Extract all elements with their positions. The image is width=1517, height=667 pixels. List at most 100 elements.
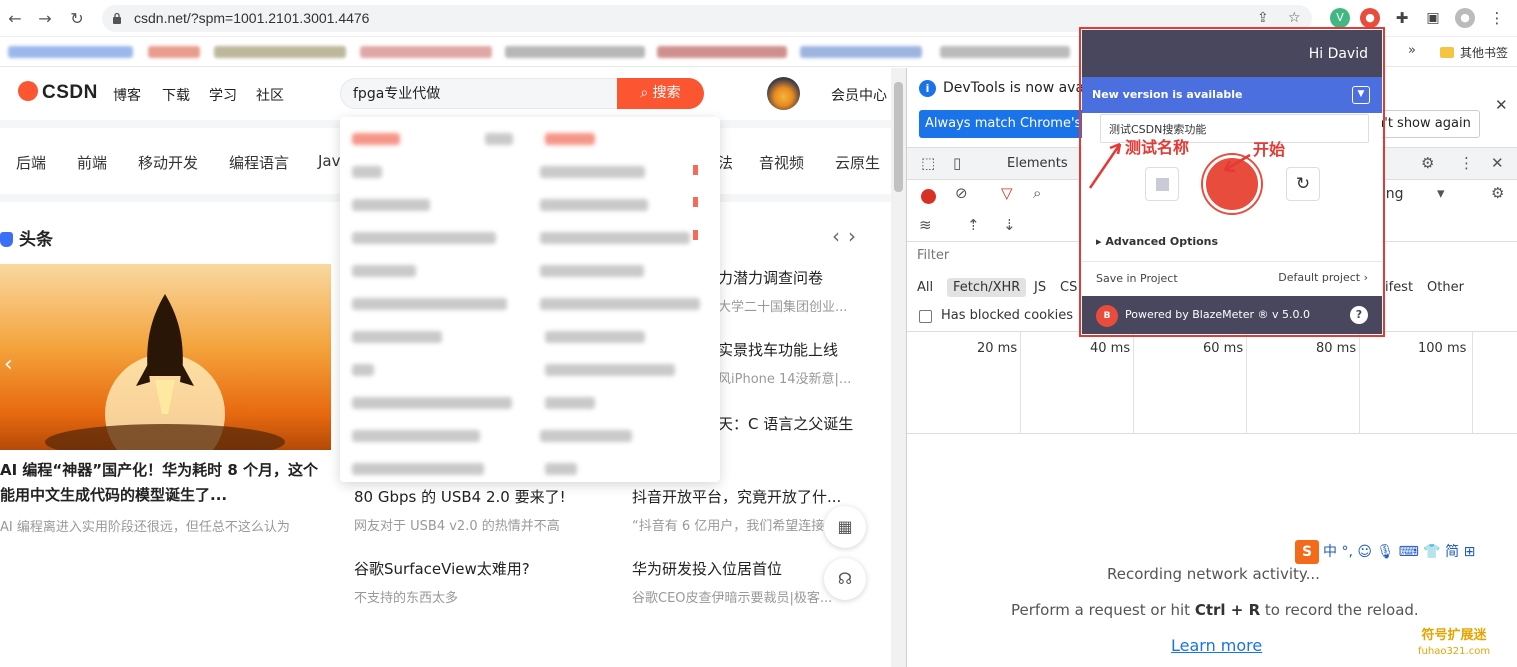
suggestion-item[interactable] [540,265,644,277]
bookmark-item[interactable] [940,46,1070,58]
chevron-down-icon[interactable]: ▼ [1352,86,1370,104]
inspect-icon[interactable]: ⬚ [921,154,935,172]
learn-more-link[interactable]: Learn more [1171,636,1262,655]
bookmark-star-icon[interactable]: ☆ [1288,10,1301,26]
network-conditions-icon[interactable]: ≋ [919,216,932,234]
network-settings-icon[interactable]: ⚙ [1491,184,1504,202]
suggestion-item[interactable] [540,166,645,178]
export-icon[interactable]: ⇣ [1003,216,1016,234]
suggestion-item[interactable] [540,232,690,244]
suggestion-item[interactable] [485,133,513,145]
search-button[interactable]: ⌕ 搜索 [617,78,704,109]
news-title[interactable]: 实景找车功能上线 [718,339,868,360]
news-item[interactable]: 谷歌SurfaceView太难用? 不支持的东西太多 [354,558,584,606]
tab-elements[interactable]: Elements [1007,156,1068,171]
bookmark-item[interactable] [214,46,346,58]
category-cloud[interactable]: 云原生 [835,152,880,173]
bookmark-item[interactable] [657,46,787,58]
suggestion-item[interactable] [540,430,632,442]
nav-download[interactable]: 下载 [162,85,190,105]
clear-icon[interactable]: ⊘ [955,184,968,202]
suggestion-item[interactable] [352,364,374,376]
suggestion-item[interactable] [545,364,675,376]
member-center-link[interactable]: 会员中心 [831,85,887,105]
filter-css[interactable]: CS [1060,280,1077,295]
nav-learn[interactable]: 学习 [209,85,237,105]
help-icon[interactable]: ? [1350,306,1368,324]
bookmark-item[interactable] [800,46,922,58]
news-item[interactable]: 天：C 语言之父诞生 [718,413,868,434]
close-devtools-icon[interactable]: ✕ [1491,154,1504,172]
new-version-bar[interactable]: New version is available ▼ [1082,77,1382,113]
settings-gear-icon[interactable]: ⚙ [1421,154,1434,172]
back-icon[interactable]: ← [4,8,26,30]
filter-all[interactable]: All [917,280,933,295]
share-icon[interactable]: ⇪ [1257,10,1269,26]
customer-service-icon[interactable]: ☊ [824,558,866,600]
suggestion-item[interactable] [352,199,430,211]
vue-extension-icon[interactable]: V [1330,8,1350,28]
news-title[interactable]: 天：C 语言之父诞生 [718,413,868,434]
suggestion-item[interactable] [352,430,480,442]
suggestion-item[interactable] [545,463,577,475]
bookmark-item[interactable] [360,46,492,58]
nav-blog[interactable]: 博客 [113,85,141,105]
filter-js[interactable]: JS [1034,280,1046,295]
record-icon[interactable] [921,189,936,204]
suggestion-item[interactable] [352,298,507,310]
suggestion-item[interactable] [352,331,442,343]
suggestion-item[interactable] [545,397,595,409]
suggestion-item[interactable] [545,133,595,145]
chevron-down-icon[interactable]: ▾ [1437,184,1445,202]
other-bookmarks[interactable]: 其他书签 [1440,44,1508,61]
news-item[interactable]: 80 Gbps 的 USB4 2.0 要来了! 网友对于 USB4 v2.0 的… [354,486,584,534]
news-title[interactable]: 80 Gbps 的 USB4 2.0 要来了! [354,486,584,507]
reload-icon[interactable]: ↻ [66,8,88,30]
suggestion-item[interactable] [540,199,648,211]
suggestion-item[interactable] [352,133,400,145]
suggestion-item[interactable] [540,298,700,310]
search-icon[interactable]: ⌕ [1033,184,1041,202]
chrome-menu-icon[interactable]: ⋮ [1487,8,1507,28]
device-toggle-icon[interactable]: ▯ [953,154,961,172]
filter-manifest[interactable]: ifest [1385,280,1413,295]
category-java[interactable]: Jav [318,152,341,170]
page-scrollbar-thumb[interactable] [894,82,903,192]
suggestion-item[interactable] [545,331,645,343]
filter-fetch-xhr[interactable]: Fetch/XHR [947,278,1027,297]
category-backend[interactable]: 后端 [16,152,46,173]
filter-icon[interactable]: ▽ [1001,184,1013,202]
more-bookmarks-icon[interactable]: » [1408,43,1416,58]
filter-input[interactable] [917,248,1087,263]
carousel-prev-icon[interactable]: ‹ [832,224,848,248]
news-item[interactable]: 力潜力调查问卷 大学二十国集团创业... [718,267,868,315]
match-language-button[interactable]: Always match Chrome's [919,110,1087,138]
sogou-ime-icon[interactable]: S [1295,540,1319,564]
category-mobile[interactable]: 移动开发 [138,152,198,173]
nav-community[interactable]: 社区 [256,85,284,105]
bookmark-item[interactable] [8,46,133,58]
advanced-options-toggle[interactable]: ▸ Advanced Options [1096,235,1218,248]
blazemeter-extension-icon[interactable]: ● [1360,8,1380,28]
search-input[interactable] [353,85,613,101]
profile-avatar-icon[interactable]: ● [1455,8,1475,28]
forward-icon[interactable]: → [34,8,56,30]
news-item[interactable]: 实景找车功能上线 风iPhone 14没新意|... [718,339,868,387]
carousel-next-icon[interactable]: › [848,224,864,248]
category-media[interactable]: 音视频 [759,152,804,173]
bookmark-item[interactable] [148,46,200,58]
avatar[interactable] [767,77,800,110]
project-select[interactable]: Default project › [1278,271,1368,284]
suggestion-item[interactable] [352,232,496,244]
hero-prev-icon[interactable]: ‹ [4,352,13,377]
side-panel-icon[interactable]: ▣ [1423,8,1443,28]
import-icon[interactable]: ⇡ [967,216,980,234]
suggestion-item[interactable] [352,397,512,409]
reset-button[interactable]: ↻ [1286,167,1320,201]
category-algorithm[interactable]: 法 [718,152,733,173]
qrcode-icon[interactable]: ▦ [824,506,866,548]
news-title[interactable]: 力潜力调查问卷 [718,267,868,288]
ime-status[interactable]: 中 °, ☺ 🎙 ⌨ 👕 简 ⊞ [1323,544,1475,560]
hero-caption[interactable]: AI 编程“神器”国产化！华为耗时 8 个月，这个能用中文生成代码的模型诞生了.… [0,458,330,508]
close-icon[interactable]: ✕ [1495,96,1508,114]
